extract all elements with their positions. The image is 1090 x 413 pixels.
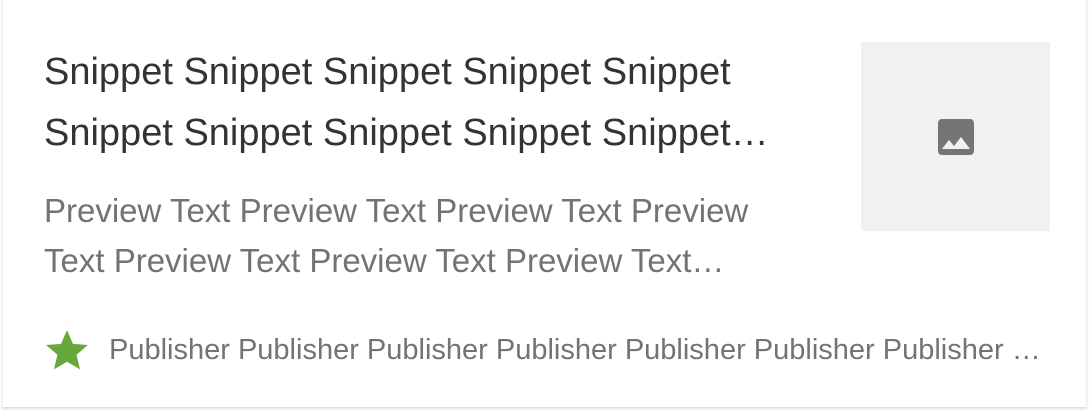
snippet-title: Snippet Snippet Snippet Snippet Snippet … xyxy=(44,51,731,154)
preview-text: Preview Text Preview Text Preview Text P… xyxy=(44,192,749,279)
thumbnail[interactable] xyxy=(861,42,1050,231)
image-icon xyxy=(937,118,974,155)
star-icon xyxy=(46,330,88,370)
publisher-label: Publisher Publisher Publisher Publisher … xyxy=(109,333,1047,366)
content-card[interactable]: Snippet Snippet Snippet Snippet Snippet … xyxy=(2,0,1087,407)
publisher-row: Publisher Publisher Publisher Publisher … xyxy=(44,326,1047,374)
